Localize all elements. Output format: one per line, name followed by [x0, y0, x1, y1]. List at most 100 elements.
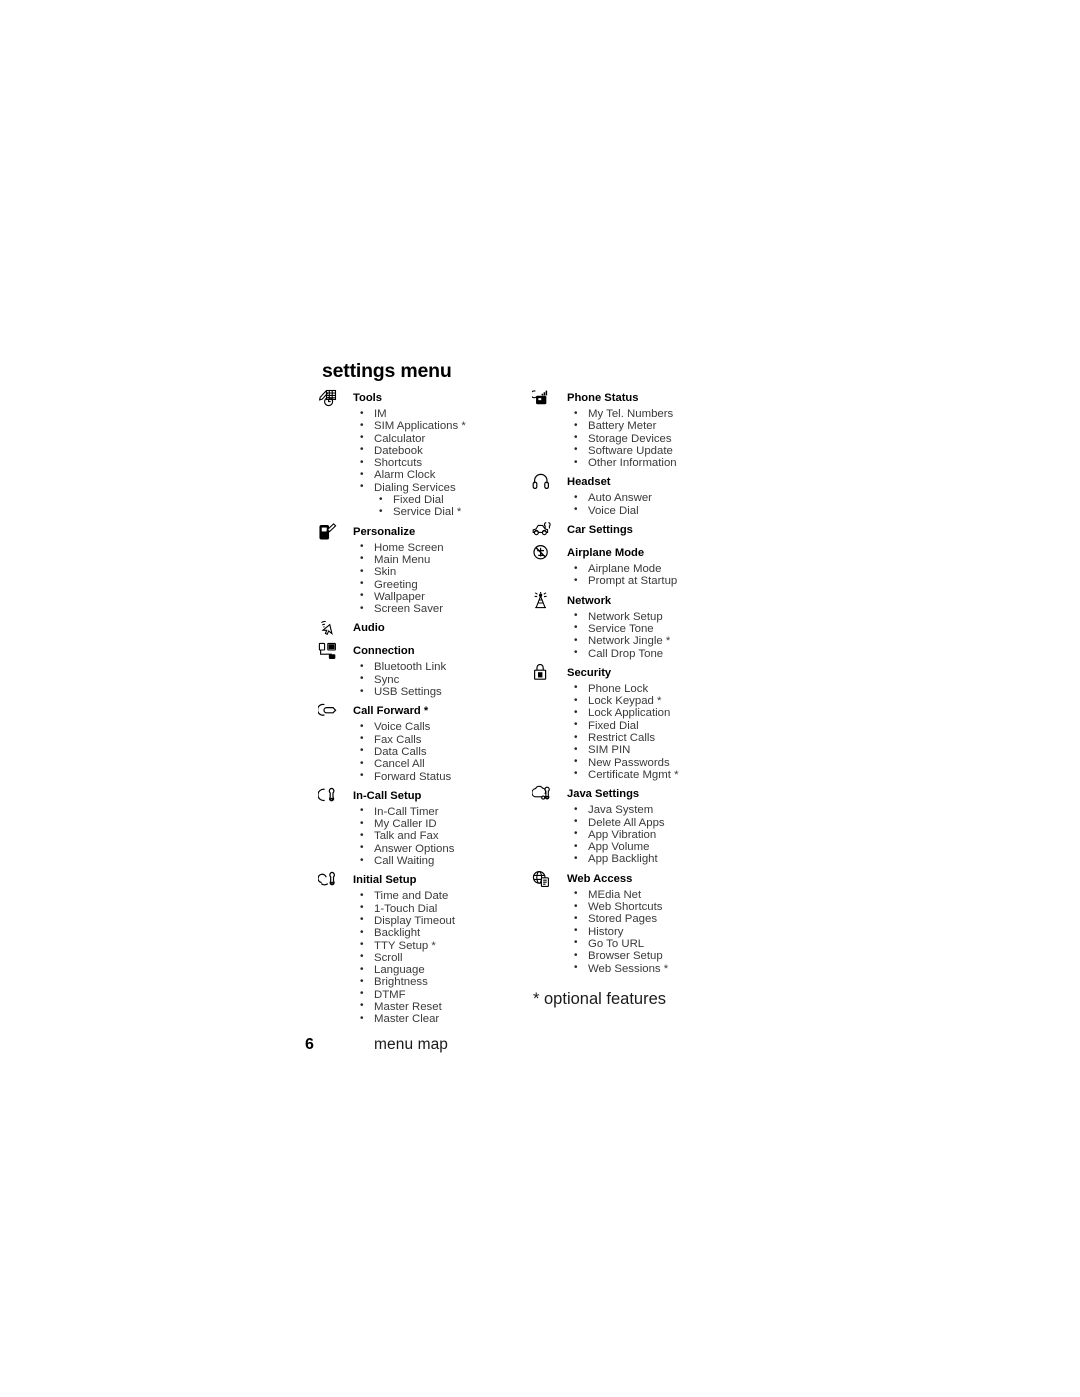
- settings-section-title: In-Call Setup: [353, 789, 422, 802]
- audio-icon: [318, 619, 344, 638]
- settings-item-list: Time and Date1-Touch DialDisplay Timeout…: [353, 890, 523, 1026]
- settings-item-list: Java SystemDelete All AppsApp VibrationA…: [567, 804, 747, 866]
- settings-item: Service Tone: [567, 622, 747, 635]
- settings-section-title: Car Settings: [567, 524, 633, 537]
- settings-section-header: Security: [532, 663, 747, 683]
- settings-item: Forward Status: [353, 770, 523, 783]
- settings-section-header: Tools: [318, 389, 523, 408]
- page-title: settings menu: [322, 360, 452, 382]
- settings-section-title: Personalize: [353, 525, 416, 538]
- settings-section-header: Phone Status: [532, 389, 747, 408]
- settings-item: Storage Devices: [567, 432, 747, 445]
- settings-item: Web Sessions *: [567, 962, 747, 975]
- settings-section-title: Call Forward *: [353, 705, 429, 718]
- settings-section-header: Web Access: [532, 870, 747, 889]
- settings-item: Master Reset: [353, 1000, 523, 1013]
- settings-column-right: Phone Status My Tel. NumbersBattery Meter…: [532, 389, 747, 975]
- settings-item-list: Airplane ModePrompt at Startup: [567, 563, 747, 588]
- settings-section-header: Call Forward *: [318, 702, 523, 721]
- settings-item: Network Setup: [567, 610, 747, 623]
- settings-item-list: Auto AnswerVoice Dial: [567, 492, 747, 517]
- settings-item: TTY Setup *: [353, 939, 523, 952]
- settings-item: Wallpaper: [353, 590, 523, 603]
- settings-item-list: IMSIM Applications *CalculatorDatebookSh…: [353, 407, 523, 519]
- settings-item: New Passwords: [567, 756, 747, 769]
- settings-item: 1-Touch Dial: [353, 902, 523, 915]
- connection-icon: [318, 642, 344, 661]
- settings-section-header: Initial Setup: [318, 871, 523, 890]
- settings-section: Call Forward * Voice CallsFax CallsData C…: [318, 702, 523, 783]
- settings-item: SIM PIN: [567, 744, 747, 757]
- settings-item: Call Waiting: [353, 855, 523, 868]
- settings-item: History: [567, 925, 747, 938]
- settings-item: Greeting: [353, 578, 523, 591]
- settings-item: Shortcuts: [353, 457, 523, 470]
- settings-section-title: Security: [567, 666, 612, 679]
- initial-setup-icon: [318, 871, 344, 890]
- settings-item: My Tel. Numbers: [567, 407, 747, 420]
- settings-item: Web Shortcuts: [567, 901, 747, 914]
- settings-section-title: Web Access: [567, 872, 633, 885]
- settings-item: Language: [353, 964, 523, 977]
- settings-item: Fixed Dial: [353, 494, 523, 507]
- settings-item: Brightness: [353, 976, 523, 989]
- settings-item-list: My Tel. NumbersBattery MeterStorage Devi…: [567, 407, 747, 470]
- settings-item: Home Screen: [353, 541, 523, 554]
- settings-section-title: Phone Status: [567, 392, 639, 404]
- settings-item: Dialing Services: [353, 481, 523, 494]
- settings-item: Display Timeout: [353, 914, 523, 927]
- settings-section-header: Network: [532, 591, 747, 611]
- settings-column-left: Tools IMSIM Applications *CalculatorDateb…: [318, 389, 523, 1026]
- settings-section: Car Settings: [532, 522, 747, 540]
- settings-section: Headset Auto AnswerVoice Dial: [532, 474, 747, 517]
- network-icon: [532, 591, 558, 611]
- page-number: 6: [305, 1036, 314, 1053]
- settings-section-header: Car Settings: [532, 522, 747, 540]
- settings-item: MEdia Net: [567, 888, 747, 901]
- settings-section-header: Connection: [318, 642, 523, 661]
- settings-section-header: Personalize: [318, 522, 523, 542]
- settings-item: Answer Options: [353, 842, 523, 855]
- settings-section-title: Headset: [567, 476, 611, 489]
- settings-section: In-Call Setup In-Call TimerMy Caller IDTa…: [318, 787, 523, 868]
- settings-item: Master Clear: [353, 1013, 523, 1026]
- web-access-icon: [532, 870, 558, 889]
- tools-icon: [318, 389, 344, 408]
- call-forward-icon: [318, 702, 344, 721]
- settings-item: Scroll: [353, 951, 523, 964]
- settings-section-title: Tools: [353, 392, 383, 404]
- optional-features-footnote: * optional features: [533, 990, 667, 1008]
- settings-item: Stored Pages: [567, 913, 747, 926]
- settings-item: SIM Applications *: [353, 420, 523, 433]
- settings-item: Talk and Fax: [353, 830, 523, 843]
- java-settings-icon: [532, 785, 558, 804]
- settings-item: Battery Meter: [567, 420, 747, 433]
- settings-item: Backlight: [353, 927, 523, 940]
- settings-item: In-Call Timer: [353, 805, 523, 818]
- personalize-icon: [318, 522, 344, 542]
- footer-section-label: menu map: [374, 1036, 449, 1053]
- settings-section-title: Initial Setup: [353, 874, 417, 887]
- settings-section-title: Java Settings: [567, 788, 640, 801]
- settings-item: Other Information: [567, 457, 747, 470]
- settings-section: Audio: [318, 619, 523, 638]
- settings-item: Calculator: [353, 432, 523, 445]
- settings-item: App Volume: [567, 841, 747, 854]
- settings-section: Personalize Home ScreenMain MenuSkinGreet…: [318, 522, 523, 616]
- settings-item: Lock Application: [567, 707, 747, 720]
- settings-section-header: Java Settings: [532, 785, 747, 804]
- phone-status-icon: [532, 389, 558, 408]
- airplane-mode-icon: [532, 544, 558, 563]
- settings-item: Software Update: [567, 444, 747, 457]
- settings-item: Prompt at Startup: [567, 575, 747, 588]
- settings-section: Security Phone LockLock Keypad *Lock Appl…: [532, 663, 747, 781]
- settings-item-list: Voice CallsFax CallsData CallsCancel All…: [353, 721, 523, 783]
- settings-item: Java System: [567, 804, 747, 817]
- settings-item: App Vibration: [567, 828, 747, 841]
- settings-item: Delete All Apps: [567, 816, 747, 829]
- settings-section: Java SettingsJava SystemDelete All AppsA…: [532, 785, 747, 866]
- settings-item-list: Home ScreenMain MenuSkinGreetingWallpape…: [353, 541, 523, 616]
- settings-item: Fax Calls: [353, 733, 523, 746]
- settings-item: Certificate Mgmt *: [567, 768, 747, 781]
- settings-item-list: Bluetooth LinkSyncUSB Settings: [353, 661, 523, 698]
